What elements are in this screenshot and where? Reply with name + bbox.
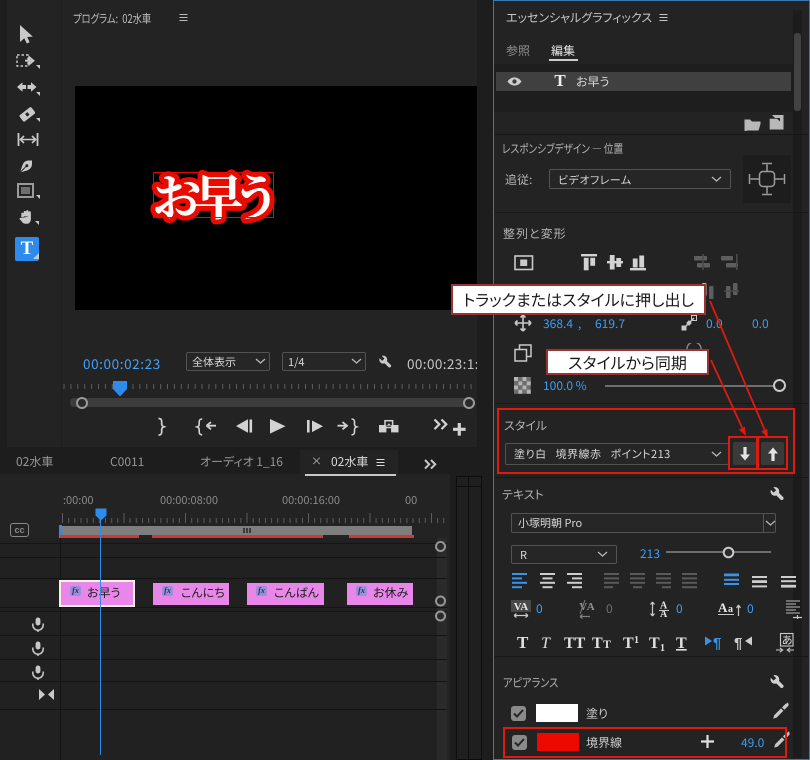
svg-text:VA: VA <box>514 601 529 613</box>
svg-text:お早う: お早う <box>151 160 270 230</box>
svg-text:TT: TT <box>564 635 586 652</box>
svg-text:a: a <box>728 604 733 615</box>
svg-text:¶: ¶ <box>734 635 742 652</box>
svg-text:T: T <box>541 635 551 652</box>
svg-text:T: T <box>517 633 529 652</box>
svg-text:あ: あ <box>782 632 793 648</box>
svg-text:T: T <box>649 635 660 652</box>
svg-text:1: 1 <box>660 643 665 653</box>
svg-text:T: T <box>592 635 603 652</box>
svg-text:T: T <box>623 635 634 652</box>
svg-text:cc: cc <box>14 525 24 535</box>
svg-text:T: T <box>676 635 687 652</box>
svg-text:¶: ¶ <box>713 635 721 652</box>
svg-text:A: A <box>718 600 728 615</box>
svg-text:1: 1 <box>634 635 639 646</box>
svg-text:T: T <box>603 637 611 651</box>
svg-text:VA: VA <box>579 601 595 613</box>
